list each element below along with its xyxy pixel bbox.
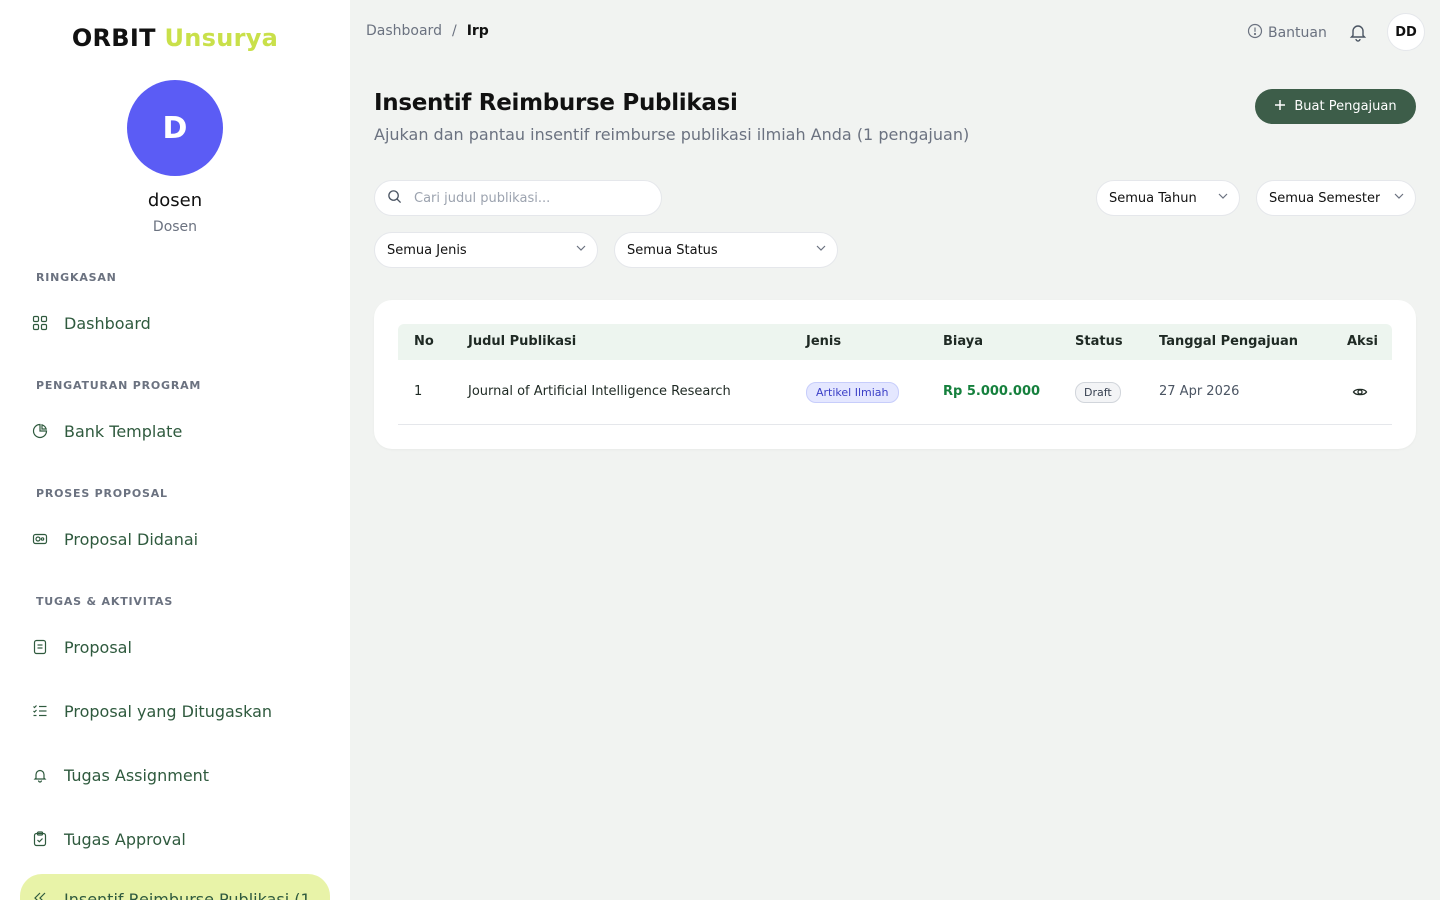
create-submission-button[interactable]: Buat Pengajuan — [1255, 89, 1416, 124]
column-header-jenis: Jenis — [806, 334, 842, 349]
page-title: Insentif Reimburse Publikasi — [374, 90, 738, 116]
sidebar-item-label: Bank Template — [64, 421, 183, 441]
checklist-icon — [32, 703, 48, 719]
pie-icon — [32, 423, 48, 439]
column-header-judul: Judul Publikasi — [468, 334, 577, 349]
profile-avatar: D — [127, 80, 223, 176]
document-icon — [32, 639, 48, 655]
sidebar-item-proposal[interactable]: Proposal — [20, 625, 330, 669]
sidebar-item-label: Tugas Approval — [64, 829, 186, 849]
breadcrumb-separator: / — [451, 23, 457, 39]
help-label: Bantuan — [1268, 25, 1327, 41]
chevron-down-icon — [1393, 190, 1405, 206]
column-header-biaya: Biaya — [943, 334, 983, 349]
sidebar-item-label: Proposal — [64, 637, 132, 657]
breadcrumb: Dashboard / Irp — [366, 23, 489, 39]
type-badge: Artikel Ilmiah — [806, 382, 899, 403]
sidebar-item-dashboard[interactable]: Dashboard — [20, 301, 330, 345]
cell-no: 1 — [414, 384, 423, 399]
sidebar-item-label: Insentif Reimburse Publikasi (1 — [64, 890, 311, 900]
section-tugas: TUGAS & AKTIVITAS — [36, 595, 174, 608]
sidebar-item-label: Dashboard — [64, 313, 151, 333]
brand-secondary: Unsurya — [164, 24, 279, 52]
section-ringkasan: RINGKASAN — [36, 271, 117, 284]
submissions-table-card: No Judul Publikasi Jenis Biaya Status Ta… — [374, 300, 1416, 449]
clipboard-check-icon — [32, 831, 48, 847]
breadcrumb-current: Irp — [466, 23, 489, 39]
chevron-down-icon — [1217, 190, 1229, 206]
cell-biaya: Rp 5.000.000 — [943, 384, 1041, 399]
type-filter-value: Semua Jenis — [387, 242, 467, 258]
money-icon — [32, 531, 48, 547]
year-filter-select[interactable]: Semua Tahun — [1096, 180, 1240, 216]
table-row: 1 Journal of Artificial Intelligence Res… — [398, 360, 1392, 425]
search-input[interactable] — [414, 190, 644, 206]
sidebar-item-label: Proposal yang Ditugaskan — [64, 701, 273, 721]
info-icon — [1247, 23, 1263, 43]
section-proses: PROSES PROPOSAL — [36, 487, 168, 500]
sidebar-item-insentif-reimburse[interactable]: Insentif Reimburse Publikasi (1 — [20, 874, 330, 900]
search-box[interactable] — [374, 180, 662, 216]
profile-role: Dosen — [152, 219, 198, 235]
sidebar-item-label: Tugas Assignment — [64, 765, 210, 785]
notification-bell-icon[interactable] — [1348, 22, 1368, 42]
cell-tanggal: 27 Apr 2026 — [1159, 384, 1240, 399]
help-link[interactable]: Bantuan — [1247, 23, 1327, 43]
user-avatar[interactable]: DD — [1387, 13, 1425, 51]
bell-icon — [32, 767, 48, 783]
status-filter-select[interactable]: Semua Status — [614, 232, 838, 268]
sidebar-item-label: Proposal Didanai — [64, 529, 199, 549]
breadcrumb-root[interactable]: Dashboard — [366, 23, 442, 39]
grid-icon — [32, 315, 48, 331]
chevron-down-icon — [575, 242, 587, 258]
sidebar-item-bank-template[interactable]: Bank Template — [20, 409, 330, 453]
semester-filter-value: Semua Semester — [1269, 190, 1381, 206]
status-filter-value: Semua Status — [627, 242, 718, 258]
section-pengaturan: PENGATURAN PROGRAM — [36, 379, 202, 392]
sidebar-item-tugas-assignment[interactable]: Tugas Assignment — [20, 753, 330, 797]
create-button-label: Buat Pengajuan — [1294, 99, 1397, 114]
status-badge: Draft — [1075, 382, 1121, 403]
column-header-aksi: Aksi — [1347, 334, 1378, 349]
sidebar-item-proposal-ditugaskan[interactable]: Proposal yang Ditugaskan — [20, 689, 330, 733]
brand-logo: ORBIT Unsurya — [0, 24, 350, 52]
search-icon — [387, 189, 402, 208]
sidebar: ORBIT Unsurya D dosen Dosen RINGKASAN Da… — [0, 0, 350, 900]
column-header-no: No — [414, 334, 434, 349]
sidebar-item-proposal-didanai[interactable]: Proposal Didanai — [20, 517, 330, 561]
semester-filter-select[interactable]: Semua Semester — [1256, 180, 1416, 216]
type-filter-select[interactable]: Semua Jenis — [374, 232, 598, 268]
page-subtitle: Ajukan dan pantau insentif reimburse pub… — [374, 125, 970, 144]
plus-icon — [1274, 99, 1286, 115]
sidebar-item-tugas-approval[interactable]: Tugas Approval — [20, 817, 330, 861]
column-header-tanggal: Tanggal Pengajuan — [1159, 334, 1299, 349]
column-header-status: Status — [1075, 334, 1123, 349]
cell-judul: Journal of Artificial Intelligence Resea… — [468, 384, 731, 399]
chevron-down-icon — [815, 242, 827, 258]
year-filter-value: Semua Tahun — [1109, 190, 1197, 206]
profile-name: dosen — [147, 190, 203, 211]
brand-primary: ORBIT — [71, 24, 156, 52]
view-eye-icon[interactable] — [1352, 384, 1368, 400]
chevrons-icon — [32, 890, 48, 900]
table-header: No Judul Publikasi Jenis Biaya Status Ta… — [398, 324, 1392, 360]
